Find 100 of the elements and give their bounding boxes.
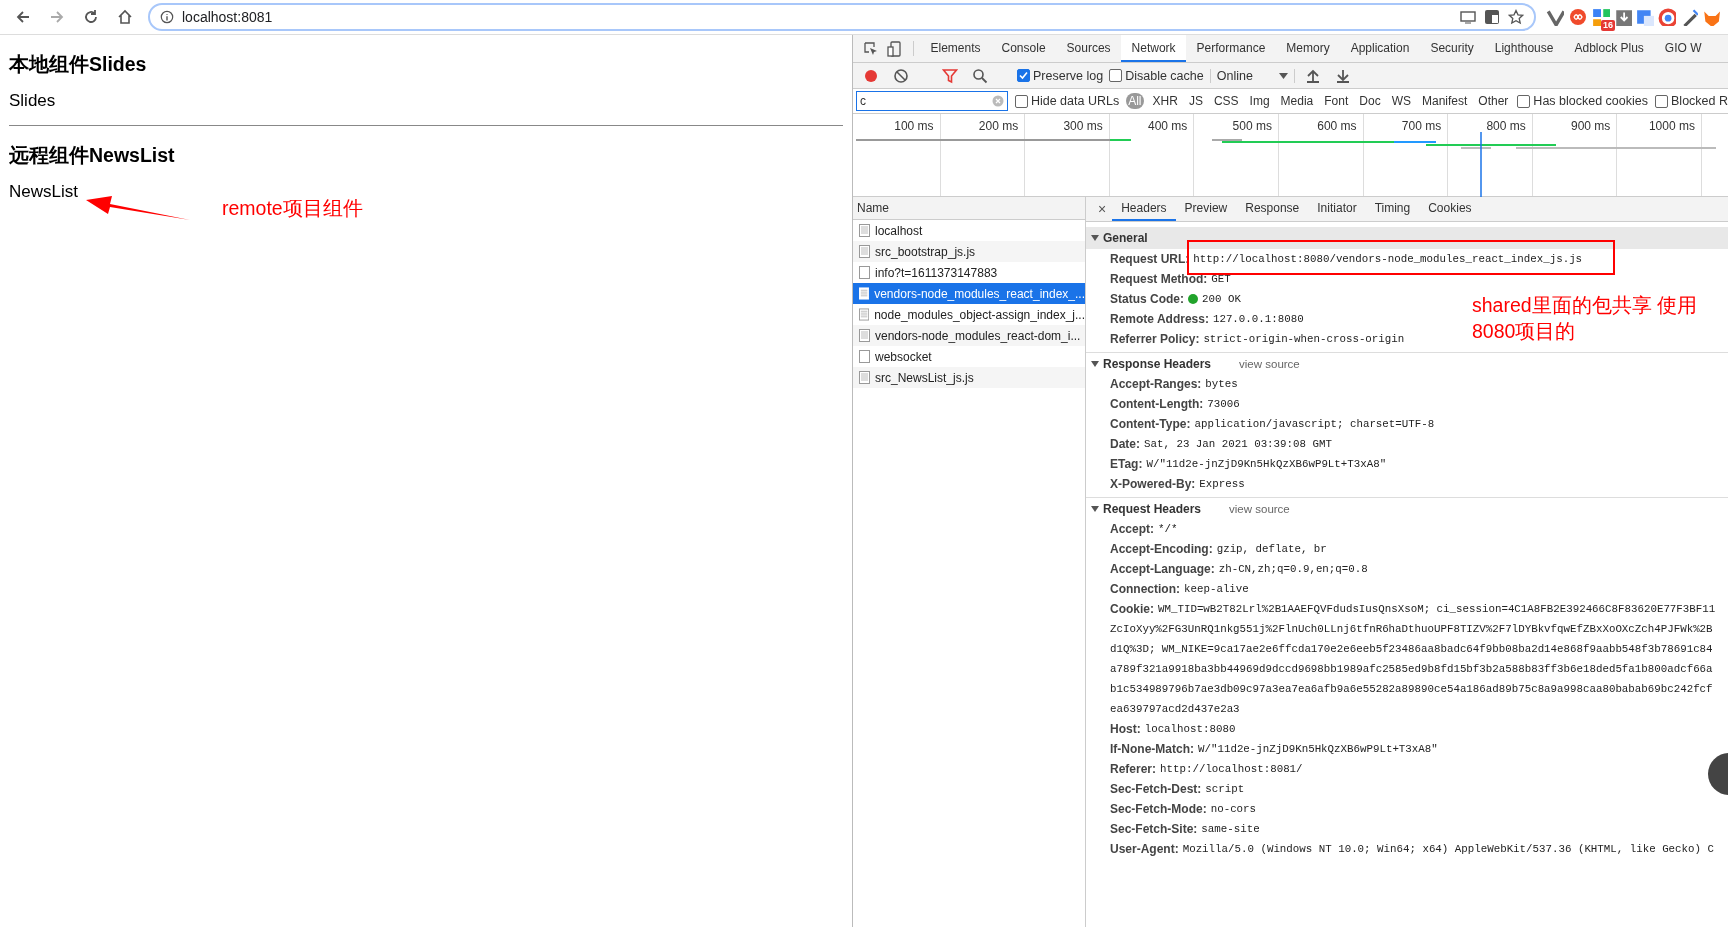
- type-filter-button[interactable]: Manifest: [1420, 93, 1470, 109]
- info-icon: [160, 10, 174, 24]
- section-heading: 本地组件Slides: [9, 52, 148, 77]
- type-filter-button[interactable]: Media: [1278, 93, 1316, 109]
- tick-label: 500 ms: [1232, 119, 1272, 133]
- request-row[interactable]: vendors-node_modules_react_index_...: [853, 283, 1085, 304]
- header-name: Cookie:: [1110, 602, 1154, 616]
- detail-tab[interactable]: Preview: [1175, 197, 1237, 221]
- file-icon: [859, 224, 870, 237]
- header-name: Remote Address:: [1110, 312, 1209, 326]
- throttling-select[interactable]: Online: [1209, 68, 1295, 83]
- upload-icon: [1304, 67, 1321, 84]
- header-name: Sec-Fetch-Dest:: [1110, 782, 1202, 796]
- option-checkbox[interactable]: Disable cache: [1109, 68, 1204, 83]
- address-bar[interactable]: localhost:8081: [148, 3, 1536, 31]
- header-name: User-Agent:: [1110, 842, 1179, 856]
- back-arrow-icon: [15, 9, 31, 25]
- type-filter-button[interactable]: Doc: [1357, 93, 1383, 109]
- header-value: ea639797acd2d437e2a3: [1110, 703, 1240, 715]
- detail-tab[interactable]: Headers: [1112, 197, 1176, 221]
- disclosure-triangle-icon: [1091, 504, 1099, 513]
- header-value: Express: [1199, 478, 1245, 490]
- header-value: strict-origin-when-cross-origin: [1203, 333, 1405, 345]
- view-source-link[interactable]: view source: [1239, 357, 1300, 370]
- header-value: ZcIoXyy%2FG3UnRQ1nkg551j%2FlnUch0LLnj6tfnR6haDthuoUPF8TIZV%2F7lDYBkvfqwEfZBxXoOXcZch4PJFWk%2B: [1110, 623, 1713, 635]
- tick-label: 200 ms: [978, 119, 1019, 133]
- option-checkbox[interactable]: Blocked R: [1655, 94, 1728, 108]
- search-icon: [972, 67, 988, 84]
- type-filter-button[interactable]: JS: [1186, 93, 1205, 109]
- request-row[interactable]: src_bootstrap_js.js: [853, 241, 1085, 262]
- devtools-tab[interactable]: Adblock Plus: [1563, 35, 1655, 62]
- header-name: If-None-Match:: [1110, 742, 1194, 756]
- type-filter-button[interactable]: XHR: [1150, 93, 1180, 109]
- inspect-icon: [863, 40, 879, 57]
- view-source-link[interactable]: view source: [1229, 502, 1290, 515]
- section-title: Request Headers: [1103, 501, 1202, 516]
- file-icon: [859, 308, 870, 321]
- request-row[interactable]: src_NewsList_js.js: [853, 367, 1085, 388]
- tick-label: 100 ms: [894, 119, 934, 133]
- header-value: 73006: [1207, 398, 1240, 410]
- devtools-tab[interactable]: Memory: [1275, 35, 1341, 62]
- detail-tab[interactable]: Cookies: [1419, 197, 1481, 221]
- annotation-text: shared里面的包共享 使用 8080项目的: [1472, 293, 1698, 344]
- record-icon: [863, 67, 879, 84]
- header-name: Accept:: [1110, 522, 1154, 536]
- filter-field[interactable]: c: [856, 91, 1008, 111]
- request-row[interactable]: vendors-node_modules_react-dom_i...: [853, 325, 1085, 346]
- header-value: localhost:8080: [1144, 723, 1236, 735]
- section-header[interactable]: Response Headers view source: [1086, 352, 1728, 374]
- monitor-icon: [1460, 9, 1476, 25]
- option-checkbox[interactable]: Hide data URLs: [1014, 94, 1120, 108]
- type-filter-button[interactable]: Font: [1322, 93, 1351, 109]
- disclosure-triangle-icon: [1091, 234, 1099, 242]
- file-icon: [859, 371, 870, 384]
- detail-tab[interactable]: Timing: [1365, 197, 1420, 221]
- option-checkbox[interactable]: Preserve log: [1017, 68, 1104, 83]
- devtools-tab[interactable]: Security: [1419, 35, 1485, 62]
- header-value: keep-alive: [1184, 583, 1249, 595]
- header-name: Accept-Language:: [1110, 562, 1215, 576]
- header-value: no-cors: [1210, 803, 1257, 815]
- header-value: */*: [1158, 523, 1178, 535]
- header-name: Accept-Ranges:: [1110, 377, 1202, 391]
- header-value: Mozilla/5.0 (Windows NT 10.0; Win64; x64) AppleWebKit/537.36 (KHTML, like Gecko) C: [1182, 843, 1714, 855]
- filter-icon: [942, 67, 958, 84]
- header-name: ETag:: [1110, 457, 1143, 471]
- reload-icon: [83, 9, 99, 25]
- section-header[interactable]: Request Headers view source: [1086, 497, 1728, 519]
- type-filter-button[interactable]: Other: [1476, 93, 1511, 109]
- type-filter-button[interactable]: WS: [1389, 93, 1413, 109]
- header-value: 127.0.0.1:8080: [1212, 313, 1304, 325]
- devtools-tab[interactable]: GIO W: [1654, 35, 1712, 62]
- header-value: Sat, 23 Jan 2021 03:39:08 GMT: [1144, 438, 1332, 450]
- detail-tab[interactable]: Response: [1236, 197, 1309, 221]
- download-icon: [1334, 67, 1351, 84]
- disclosure-triangle-icon: [1091, 359, 1099, 368]
- v-shaped-icon: [1546, 8, 1564, 26]
- close-button[interactable]: ×: [1092, 197, 1113, 221]
- header-name: Connection:: [1110, 582, 1180, 596]
- tick-label: 1000 ms: [1648, 119, 1695, 133]
- device-icon: [887, 40, 903, 57]
- devtools-tab[interactable]: Application: [1340, 35, 1420, 62]
- tick-label: 700 ms: [1401, 119, 1442, 133]
- type-filter-button[interactable]: Img: [1247, 93, 1272, 109]
- section-header[interactable]: General: [1086, 227, 1728, 249]
- header-name: Request URL:: [1110, 252, 1190, 266]
- status-dot-icon: [1188, 294, 1198, 304]
- devtools-tab[interactable]: Elements: [920, 35, 992, 62]
- devtools-tab[interactable]: Network: [1121, 35, 1187, 62]
- infinity-icon: [1568, 8, 1588, 26]
- devtools-tab[interactable]: Console: [991, 35, 1057, 62]
- option-checkbox[interactable]: Has blocked cookies: [1517, 94, 1648, 108]
- type-filter-button[interactable]: CSS: [1211, 93, 1241, 109]
- header-value: gzip, deflate, br: [1216, 543, 1327, 555]
- devtools-tab[interactable]: Sources: [1056, 35, 1122, 62]
- notification-badge: 16: [1601, 20, 1615, 31]
- header-value: bytes: [1205, 378, 1238, 390]
- devtools-tab[interactable]: Lighthouse: [1484, 35, 1564, 62]
- detail-tab[interactable]: Initiator: [1308, 197, 1366, 221]
- forward-arrow-icon: [49, 9, 65, 25]
- devtools-tab[interactable]: Performance: [1186, 35, 1276, 62]
